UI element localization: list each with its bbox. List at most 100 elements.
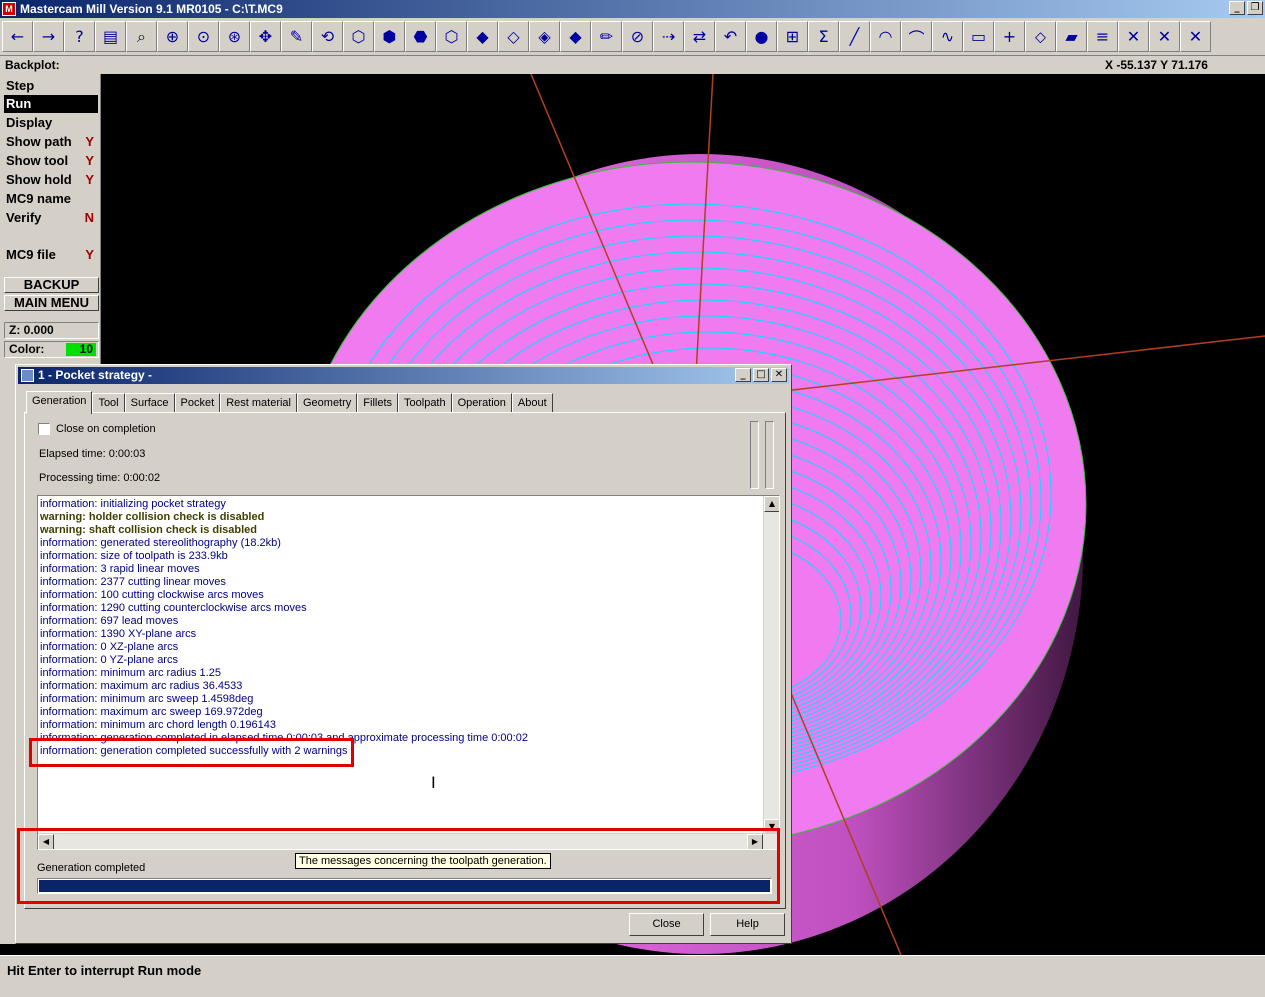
menu-item-run[interactable]: Run bbox=[4, 95, 98, 113]
cube-view-3-icon[interactable]: ◈ bbox=[529, 21, 560, 52]
prompt-message: Hit Enter to interrupt Run mode bbox=[7, 963, 202, 978]
no-entry-icon[interactable]: ⊘ bbox=[622, 21, 653, 52]
forward-arrow-icon[interactable]: → bbox=[33, 21, 64, 52]
toolbar: ← →? ▤ ⌕ ⊕ ⊙ ⊛ ✥ ✎ ⟲ ⬡ ⬢ ⬣ ⬡ ◆ ◇ ◈ ◆ ✏ ⊘ ⇢ ⇄ ↶ ● ⊞ Σ ╱ ◠ ⌒ ∿ ▭ + ⬦ ▰ ≡ ✕ ✕ ✕ bbox=[0, 18, 1265, 56]
toolbox-icon[interactable]: ▤ bbox=[95, 21, 126, 52]
log-line: information: initializing pocket strateg… bbox=[40, 498, 226, 510]
line-icon[interactable]: ╱ bbox=[839, 21, 870, 52]
break-icon[interactable]: ✕ bbox=[1149, 21, 1180, 52]
scroll-up-icon[interactable]: ▲ bbox=[764, 496, 779, 512]
main-menu-button[interactable]: MAIN MENU bbox=[4, 295, 99, 311]
iso-view-icon[interactable]: ⬡ bbox=[343, 21, 374, 52]
close-button[interactable]: Close bbox=[629, 913, 704, 936]
log-line: information: minimum arc sweep 1.4598deg bbox=[40, 693, 254, 705]
tab-strip: Generation Tool Surface Pocket Rest mate… bbox=[26, 391, 553, 414]
back-arrow-icon[interactable]: ← bbox=[2, 21, 33, 52]
log-line: information: maximum arc sweep 169.972de… bbox=[40, 706, 263, 718]
checkbox-label: Close on completion bbox=[56, 423, 156, 435]
tab-rest-material[interactable]: Rest material bbox=[220, 393, 297, 413]
color-swatch: 10 bbox=[66, 343, 96, 356]
tab-tool[interactable]: Tool bbox=[92, 393, 125, 413]
checkbox-box[interactable] bbox=[38, 423, 50, 435]
color-label: Color: bbox=[9, 342, 45, 356]
tab-toolpath[interactable]: Toolpath bbox=[398, 393, 452, 413]
tab-fillets[interactable]: Fillets bbox=[357, 393, 399, 413]
minimize-button[interactable]: _ bbox=[1229, 1, 1245, 15]
point-icon[interactable]: + bbox=[994, 21, 1025, 52]
tab-geometry[interactable]: Geometry bbox=[296, 393, 358, 413]
prompt-bar: Hit Enter to interrupt Run mode bbox=[0, 955, 1265, 997]
log-line: information: generated stereolithography… bbox=[40, 537, 281, 549]
solid-icon[interactable]: ▰ bbox=[1056, 21, 1087, 52]
rotate-icon[interactable]: ⟲ bbox=[312, 21, 343, 52]
restore-button[interactable]: ❐ bbox=[1247, 1, 1263, 15]
dialog-close-icon[interactable]: ✕ bbox=[771, 368, 787, 382]
tab-about[interactable]: About bbox=[511, 393, 553, 413]
color-selector[interactable]: Color: 10 bbox=[4, 341, 99, 358]
tab-operation[interactable]: Operation bbox=[451, 393, 512, 413]
dialog-maximize-button[interactable]: □ bbox=[753, 368, 769, 382]
log-line: warning: shaft collision check is disabl… bbox=[40, 524, 257, 536]
cube-view-4-icon[interactable]: ◆ bbox=[560, 21, 591, 52]
message-log[interactable]: ▲ ▼ ◀ ▶ information: initializing pocket… bbox=[37, 495, 780, 850]
menu-item-display[interactable]: Display bbox=[4, 114, 98, 132]
log-vertical-scrollbar[interactable]: ▲ ▼ bbox=[763, 496, 779, 835]
cube-view-1-icon[interactable]: ◆ bbox=[467, 21, 498, 52]
log-line: information: 0 YZ-plane arcs bbox=[40, 654, 178, 666]
zoom-fit-icon[interactable]: ⊙ bbox=[188, 21, 219, 52]
sum-icon[interactable]: Σ bbox=[808, 21, 839, 52]
help-button[interactable]: Help bbox=[710, 913, 785, 936]
mode-label: Backplot: bbox=[5, 58, 60, 72]
dialog-minimize-button[interactable]: _ bbox=[735, 368, 751, 382]
zoom-window-icon[interactable]: ⊕ bbox=[157, 21, 188, 52]
move-icon[interactable]: ⇢ bbox=[653, 21, 684, 52]
z-depth[interactable]: Z: 0.000 bbox=[4, 322, 99, 339]
sphere-icon[interactable]: ● bbox=[746, 21, 777, 52]
highlight-progress-area bbox=[17, 828, 780, 904]
delete-icon[interactable]: ✕ bbox=[1180, 21, 1211, 52]
analyze-icon[interactable]: ⌕ bbox=[126, 21, 157, 52]
menu-item-verify[interactable]: Verify N bbox=[4, 209, 98, 227]
tab-generation[interactable]: Generation bbox=[26, 391, 93, 414]
menu-item-show-hold[interactable]: Show hold Y bbox=[4, 171, 98, 189]
coordinate-readout: X -55.137 Y 71.176 bbox=[1105, 58, 1208, 72]
tab-surface[interactable]: Surface bbox=[124, 393, 175, 413]
transform-icon[interactable]: ⇄ bbox=[684, 21, 715, 52]
menu-item-show-tool[interactable]: Show tool Y bbox=[4, 152, 98, 170]
surface-icon[interactable]: ⬦ bbox=[1025, 21, 1056, 52]
cube-view-2-icon[interactable]: ◇ bbox=[498, 21, 529, 52]
tab-pocket[interactable]: Pocket bbox=[174, 393, 221, 413]
zoom-in-icon[interactable]: ⊛ bbox=[219, 21, 250, 52]
pencil-icon[interactable]: ✏ bbox=[591, 21, 622, 52]
log-line: information: 100 cutting clockwise arcs … bbox=[40, 589, 264, 601]
log-line: information: maximum arc radius 36.4533 bbox=[40, 680, 243, 692]
close-on-completion-checkbox[interactable]: Close on completion bbox=[38, 423, 156, 435]
menu-item-show-path[interactable]: Show path Y bbox=[4, 133, 98, 151]
fillet-icon[interactable]: ⌒ bbox=[901, 21, 932, 52]
help-icon[interactable]: ? bbox=[64, 21, 95, 52]
menu-item-step[interactable]: Step bbox=[4, 77, 98, 95]
trim-icon[interactable]: ✕ bbox=[1118, 21, 1149, 52]
menu-item-mc9-name[interactable]: MC9 name bbox=[4, 190, 98, 208]
menu-item-mc9-file[interactable]: MC9 file Y bbox=[4, 246, 98, 264]
pan-icon[interactable]: ✥ bbox=[250, 21, 281, 52]
log-line: information: 1290 cutting counterclockwi… bbox=[40, 602, 307, 614]
dialog-icon bbox=[21, 369, 34, 382]
backup-button[interactable]: BACKUP bbox=[4, 277, 99, 293]
arc-icon[interactable]: ◠ bbox=[870, 21, 901, 52]
log-line: information: minimum arc radius 1.25 bbox=[40, 667, 221, 679]
dialog-title: 1 - Pocket strategy - bbox=[38, 368, 153, 382]
front-view-icon[interactable]: ⬣ bbox=[405, 21, 436, 52]
rectangle-icon[interactable]: ▭ bbox=[963, 21, 994, 52]
spline-icon[interactable]: ∿ bbox=[932, 21, 963, 52]
log-line: information: size of toolpath is 233.9kb bbox=[40, 550, 228, 562]
undo-icon[interactable]: ↶ bbox=[715, 21, 746, 52]
log-line: information: 3 rapid linear moves bbox=[40, 563, 200, 575]
title-bar: M Mastercam Mill Version 9.1 MR0105 - C:… bbox=[0, 0, 1265, 18]
top-view-icon[interactable]: ⬢ bbox=[374, 21, 405, 52]
group-icon[interactable]: ⊞ bbox=[777, 21, 808, 52]
select-icon[interactable]: ✎ bbox=[281, 21, 312, 52]
layers-icon[interactable]: ≡ bbox=[1087, 21, 1118, 52]
side-view-icon[interactable]: ⬡ bbox=[436, 21, 467, 52]
log-line: information: 0 XZ-plane arcs bbox=[40, 641, 179, 653]
